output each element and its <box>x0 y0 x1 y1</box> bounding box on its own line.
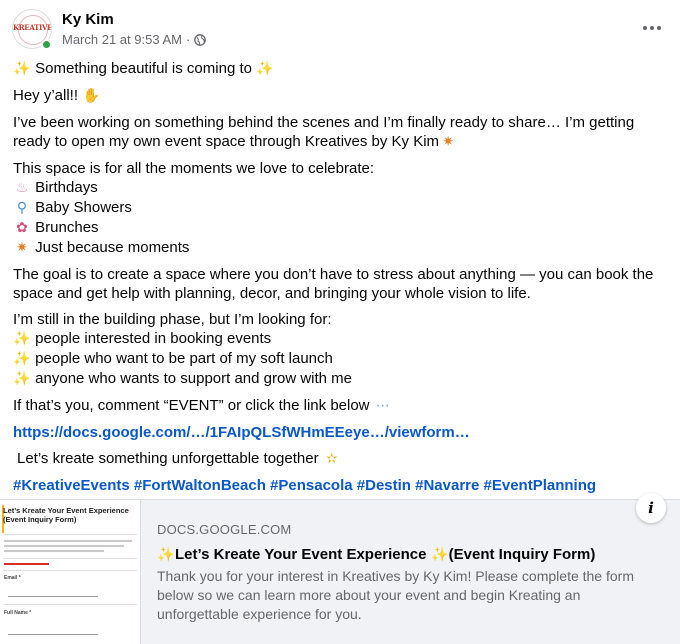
link-title-suffix: (Event Inquiry Form) <box>448 546 596 563</box>
list-item: ♨ Birthdays <box>13 178 673 198</box>
sparkles-icon: ✨ <box>13 331 31 347</box>
divider <box>3 534 137 535</box>
hashtags: #KreativeEvents #FortWaltonBeach #Pensac… <box>13 476 673 495</box>
link-title-text: Let’s Kreate Your Event Experience <box>175 546 427 563</box>
avatar-logo-text: KREATIVES <box>13 23 52 32</box>
post-body: ✨ Something beautiful is coming to ✨ Hey… <box>13 58 673 502</box>
thumbnail-text-line <box>4 545 124 547</box>
list-item: ✿ Brunches <box>13 218 673 238</box>
thumbnail-required-note <box>4 563 49 565</box>
link-thumbnail[interactable]: Let’s Kreate Your Event Experience (Even… <box>0 500 141 644</box>
birthday-cake-icon: ♨ <box>15 180 29 196</box>
list-item-label: Brunches <box>35 219 99 236</box>
hashtag-link[interactable]: #Navarre <box>415 477 479 494</box>
goal-line: The goal is to create a space where you … <box>13 266 654 283</box>
cta: If that’s you, comment “EVENT” or click … <box>13 396 673 416</box>
list-item-label: Just because moments <box>35 239 190 256</box>
thumbnail-field-line <box>8 634 98 635</box>
hashtag-link[interactable]: #Pensacola <box>270 477 353 494</box>
greeting-text: Hey y’all!! <box>13 87 79 104</box>
sparkles-icon: ✨ <box>157 547 175 563</box>
post-header: KREATIVES Ky Kim March 21 at 9:53 AM · <box>0 0 680 56</box>
form-link-text[interactable]: https://docs.google.com/…/1FAIpQLSfWHmEE… <box>13 424 470 441</box>
closing-text: Let’s kreate something unforgettable tog… <box>17 450 319 467</box>
moments-heading: This space is for all the moments we lov… <box>13 160 374 177</box>
list-item: ⚲ Baby Showers <box>13 198 673 218</box>
sparkles-icon: ✨ <box>430 547 449 563</box>
thumbnail-text-line <box>4 540 132 542</box>
link-preview-card[interactable]: Let’s Kreate Your Event Experience (Even… <box>0 499 680 644</box>
sparkles-icon: ✨ <box>13 371 31 387</box>
greeting: Hey y’all!! ✋ <box>13 86 673 106</box>
moments-section: This space is for all the moments we lov… <box>13 159 673 258</box>
intro-line: ready to open my own event space through… <box>13 133 440 150</box>
thumbnail-field-label: Email * <box>4 575 21 581</box>
cta-text: If that’s you, comment “EVENT” or click … <box>13 397 370 414</box>
info-icon[interactable]: i <box>636 493 666 523</box>
closing: Let’s kreate something unforgettable tog… <box>13 449 673 469</box>
sparkles-icon: ✨ <box>13 351 31 367</box>
bouquet-icon: ✿ <box>16 220 28 236</box>
intro-line: I’ve been working on something behind th… <box>13 114 635 131</box>
party-popper-icon: ✷ <box>16 240 28 256</box>
link-info[interactable]: DOCS.GOOGLE.COM ✨Let’s Kreate Your Event… <box>157 522 667 624</box>
hashtag-link[interactable]: #FortWaltonBeach <box>134 477 266 494</box>
list-item-label: Baby Showers <box>35 199 132 216</box>
sparkles-icon: ✨ <box>256 61 274 77</box>
goal-line: space and get help with planning, decor,… <box>13 285 531 302</box>
speech-bubble-icon: ⋯ <box>375 398 390 414</box>
thumbnail-field-label: Full Name * <box>4 610 32 616</box>
more-options-icon[interactable] <box>638 16 666 40</box>
divider <box>3 558 137 559</box>
link-description: Thank you for your interest in Kreatives… <box>157 568 634 622</box>
hashtag-link[interactable]: #Destin <box>357 477 411 494</box>
post-meta: March 21 at 9:53 AM · <box>62 32 207 47</box>
timestamp[interactable]: March 21 at 9:53 AM <box>62 32 182 47</box>
headline: ✨ Something beautiful is coming to ✨ <box>13 59 673 79</box>
divider <box>3 570 137 571</box>
form-link: https://docs.google.com/…/1FAIpQLSfWHmEE… <box>13 423 673 442</box>
author-name[interactable]: Ky Kim <box>62 11 114 28</box>
looking-section: I’m still in the building phase, but I’m… <box>13 310 673 389</box>
list-item: ✷ Just because moments <box>13 238 673 258</box>
thumbnail-field-line <box>8 596 98 597</box>
list-item-label: Birthdays <box>35 179 98 196</box>
link-title[interactable]: ✨Let’s Kreate Your Event Experience ✨(Ev… <box>157 546 667 563</box>
list-item: ✨ people who want to be part of my soft … <box>13 349 673 369</box>
baby-bottle-icon: ⚲ <box>16 200 28 216</box>
intro-paragraph: I’ve been working on something behind th… <box>13 113 673 152</box>
list-item: ✨ anyone who wants to support and grow w… <box>13 369 673 389</box>
meta-separator: · <box>185 32 191 47</box>
thumbnail-text-line <box>4 550 104 552</box>
party-popper-icon: ✷ <box>442 134 454 150</box>
sparkles-icon: ✨ <box>13 61 31 77</box>
headline-text: Something beautiful is coming to <box>35 60 252 77</box>
thumbnail-title: Let’s Kreate Your Event Experience (Even… <box>3 506 129 524</box>
link-domain: DOCS.GOOGLE.COM <box>157 522 292 537</box>
waving-hand-icon: ✋ <box>82 88 100 104</box>
online-status-dot <box>41 39 52 50</box>
divider <box>3 604 137 605</box>
list-item-label: anyone who wants to support and grow wit… <box>35 370 353 387</box>
dizzy-star-icon: ✫ <box>325 451 338 467</box>
list-item: ✨ people interested in booking events <box>13 329 673 349</box>
goal-paragraph: The goal is to create a space where you … <box>13 265 673 303</box>
hashtag-link[interactable]: #KreativeEvents <box>13 477 130 494</box>
looking-heading: I’m still in the building phase, but I’m… <box>13 311 332 328</box>
list-item-label: people who want to be part of my soft la… <box>35 350 333 367</box>
list-item-label: people interested in booking events <box>35 330 272 347</box>
hashtag-link[interactable]: #EventPlanning <box>484 477 597 494</box>
globe-icon[interactable] <box>194 33 207 46</box>
